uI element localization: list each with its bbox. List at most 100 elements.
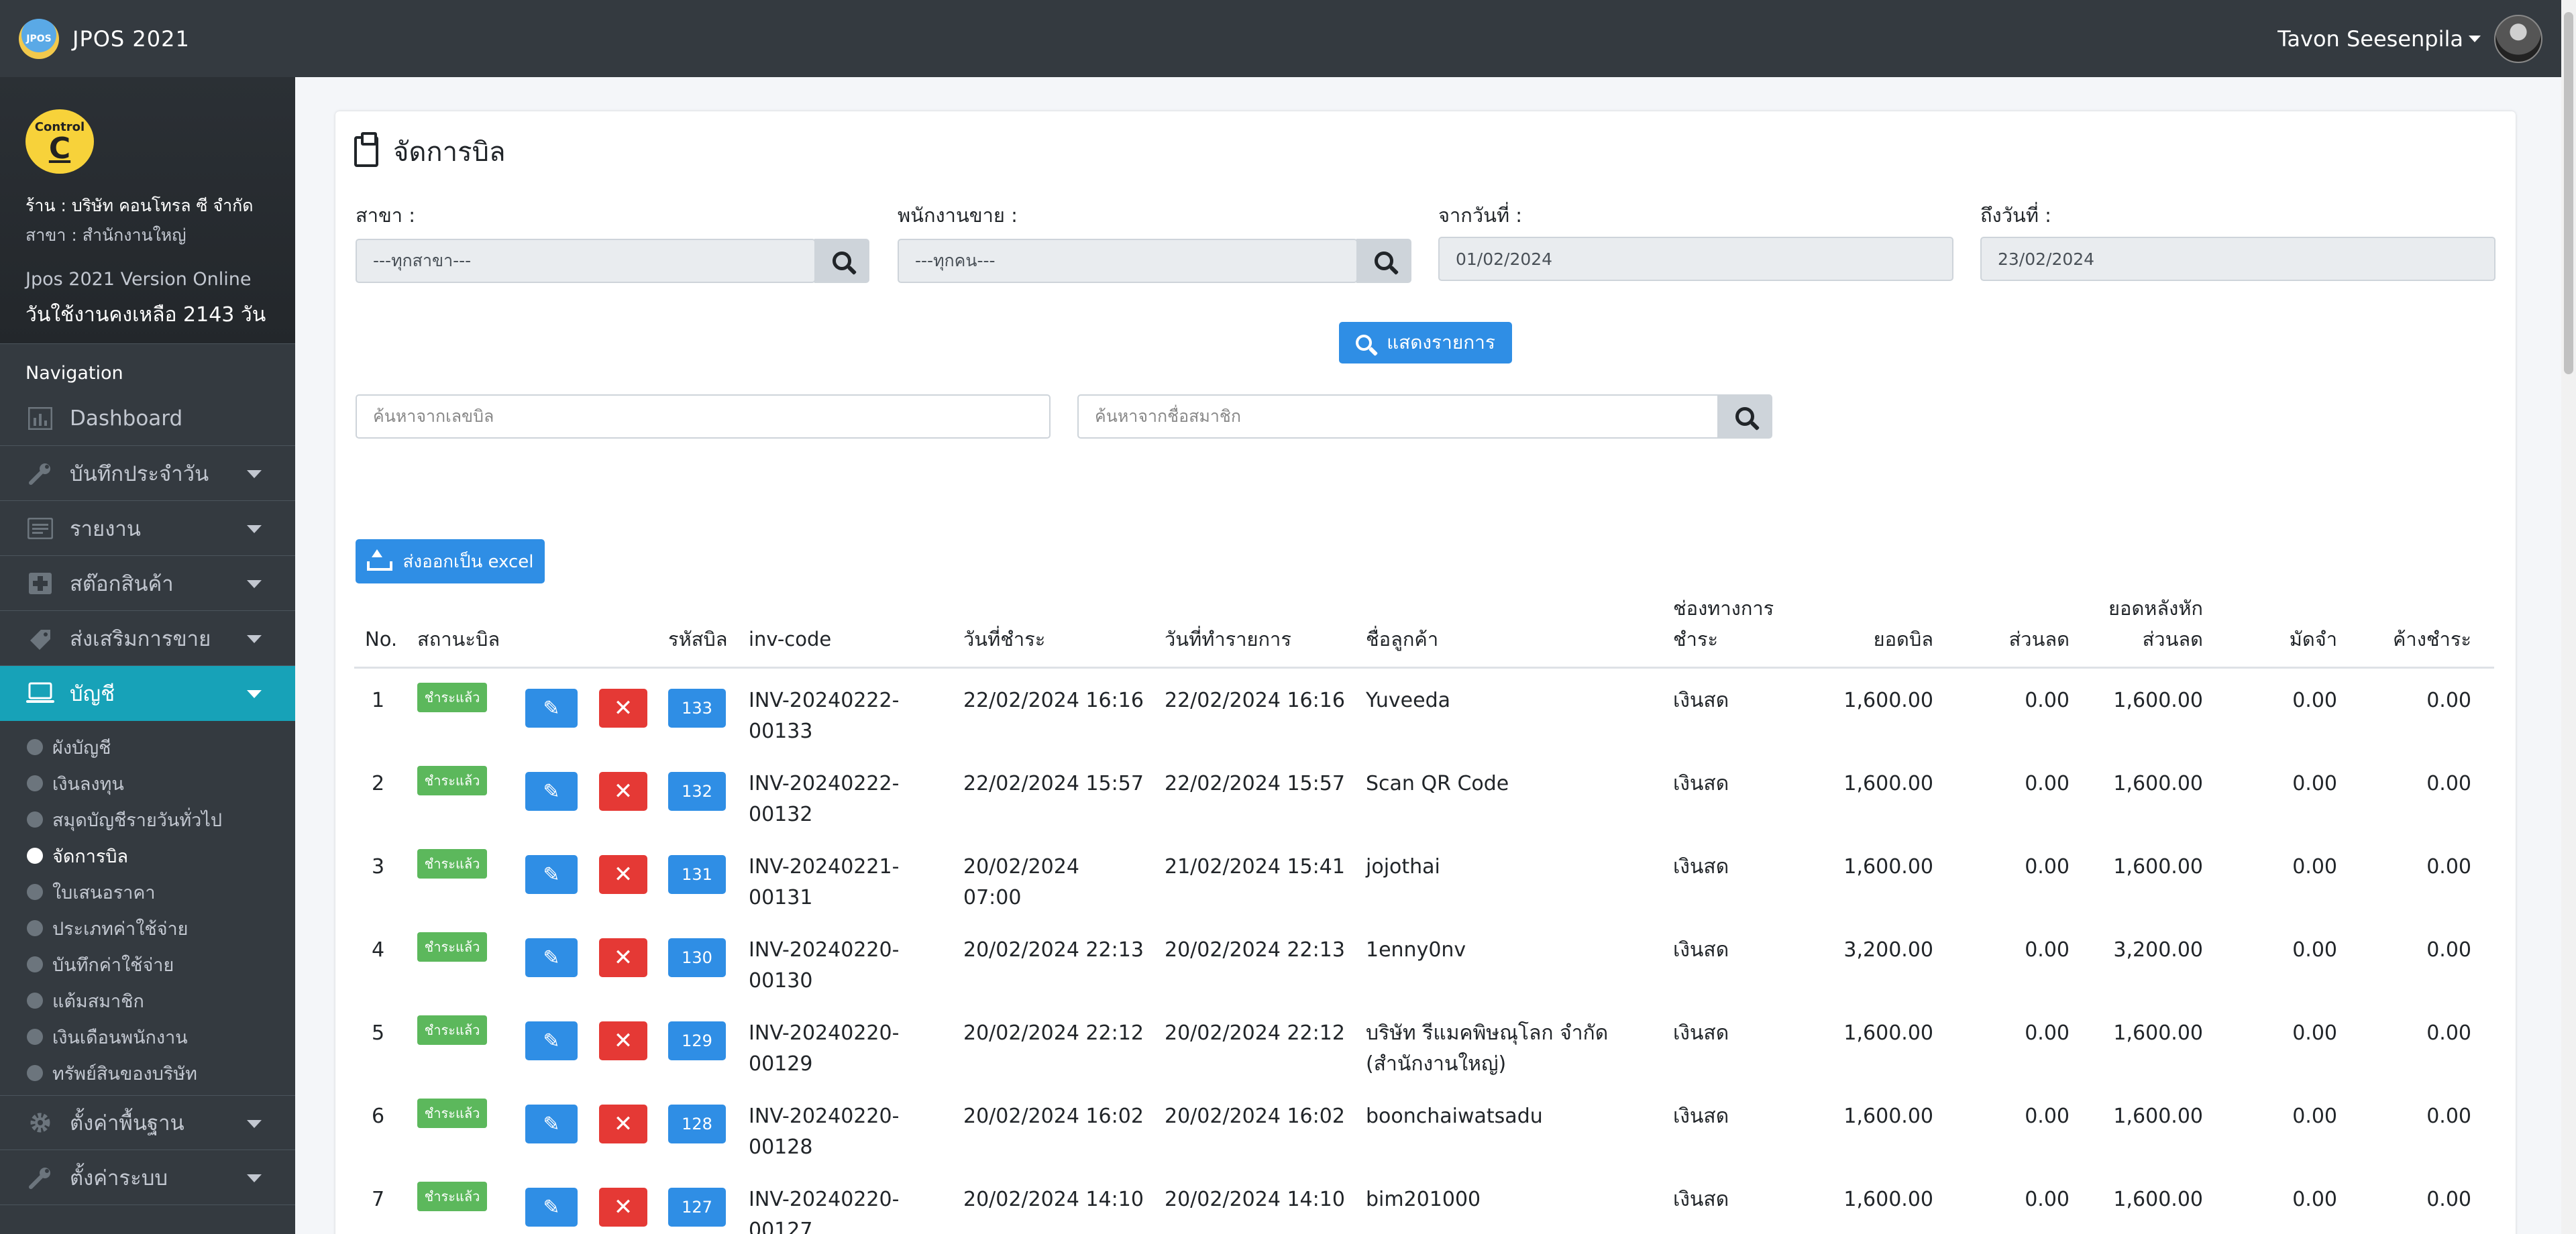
bill-total: 1,600.00 [1843,1105,1933,1128]
bill-code-button[interactable]: 131 [668,855,726,894]
sidebar-subitem-investment[interactable]: เงินลงทุน [0,765,295,801]
table-row: 4 ชำระแล้ว ✎ ✕ 130 INV-20240220- 00130 20/02/20… [335,924,2516,1007]
pencil-icon: ✎ [543,1195,560,1219]
search-icon [1375,251,1393,270]
scrollbar-thumb[interactable] [2564,12,2573,374]
bill-discount: 0.00 [2025,1188,2070,1211]
user-name[interactable]: Tavon Seesenpila [2277,26,2463,52]
sidebar-item-system-settings[interactable]: ตั้งค่าระบบ [0,1150,295,1205]
circle-icon [27,1029,43,1045]
edit-button[interactable]: ✎ [525,1105,578,1143]
chevron-down-icon[interactable] [2469,35,2481,42]
bill-code-button[interactable]: 132 [668,772,726,811]
tag-icon [25,626,55,651]
from-date-input[interactable]: 01/02/2024 [1438,237,1953,281]
bill-net: 3,200.00 [2113,938,2203,962]
bill-code-button[interactable]: 127 [668,1188,726,1227]
close-icon: ✕ [613,861,633,888]
member-search-button[interactable] [1717,394,1772,439]
delete-button[interactable]: ✕ [599,772,647,811]
staff-search-button[interactable] [1356,239,1411,283]
search-member-input[interactable]: ค้นหาจากชื่อสมาชิก [1077,394,1721,439]
edit-button[interactable]: ✎ [525,1021,578,1060]
bill-deposit: 0.00 [2292,689,2337,712]
edit-button[interactable]: ✎ [525,689,578,728]
circle-icon [27,993,43,1009]
table-row: 3 ชำระแล้ว ✎ ✕ 131 INV-20240221- 00131 20/02/20… [335,841,2516,924]
app-title[interactable]: JPOS 2021 [72,26,190,52]
edit-button[interactable]: ✎ [525,938,578,977]
sidebar-item-stock[interactable]: สต๊อกสินค้า [0,556,295,611]
sidebar-subitem-salary[interactable]: เงินเดือนพนักงาน [0,1019,295,1055]
brand-logo[interactable]: JPOS [19,18,59,59]
edit-button[interactable]: ✎ [525,772,578,811]
paid-date: 22/02/2024 15:57 [963,772,1144,795]
sidebar-subitem-member-points[interactable]: แต้มสมาชิก [0,983,295,1019]
trans-date: 20/02/2024 22:13 [1165,938,1345,962]
bill-outstanding: 0.00 [2426,689,2471,712]
row-no: 1 [372,689,385,712]
sidebar-item-report[interactable]: รายงาน [0,501,295,556]
export-excel-button[interactable]: ส่งออกเป็น excel [356,539,545,583]
row-no: 7 [372,1188,385,1211]
sidebar-item-dashboard[interactable]: Dashboard [0,391,295,446]
delete-button[interactable]: ✕ [599,689,647,728]
scrollbar[interactable] [2561,0,2576,1234]
search-icon [833,251,851,270]
bill-code-button[interactable]: 133 [668,689,726,728]
delete-button[interactable]: ✕ [599,1105,647,1143]
delete-button[interactable]: ✕ [599,938,647,977]
staff-select[interactable]: ---ทุกคน--- [898,239,1358,283]
customer-name: bim201000 [1366,1188,1481,1211]
trans-date: 20/02/2024 16:02 [1165,1105,1345,1128]
col-header-customer: ชื่อลูกค้า [1366,628,1439,651]
bill-outstanding: 0.00 [2426,1105,2471,1128]
chevron-down-icon [247,1174,262,1182]
row-no: 5 [372,1021,385,1045]
nav-header: Navigation [25,363,123,384]
search-bill-input[interactable]: ค้นหาจากเลขบิล [356,394,1051,439]
paid-date: 20/02/2024 22:12 [963,1021,1144,1045]
user-menu[interactable]: Tavon Seesenpila [2277,0,2542,77]
col-header-net: ยอดหลังหัก ส่วนลด [2108,597,2203,651]
list-icon [25,516,55,541]
pencil-icon: ✎ [543,779,560,803]
bill-total: 1,600.00 [1843,1188,1933,1211]
trans-date: 22/02/2024 15:57 [1165,772,1345,795]
wrench-icon [25,1166,55,1190]
sidebar-subitem-expense-type[interactable]: ประเภทค่าใช้จ่าย [0,910,295,946]
inv-code: INV-20240220- 00130 [749,938,900,993]
row-no: 4 [372,938,385,962]
to-date-input[interactable]: 23/02/2024 [1980,237,2496,281]
customer-name: บริษัท รีแมคพิษณุโลก จำกัด (สำนักงานใหญ่) [1366,1021,1609,1076]
trans-date: 21/02/2024 15:41 [1165,855,1345,879]
wrench-icon [25,461,55,486]
sidebar-subitem-chart-of-accounts[interactable]: ผังบัญชี [0,729,295,765]
branch-search-button[interactable] [814,239,869,283]
sidebar-subitem-quotation[interactable]: ใบเสนอราคา [0,874,295,910]
payment-channel: เงินสด [1673,772,1729,795]
avatar[interactable] [2494,14,2542,63]
close-icon: ✕ [613,1194,633,1221]
sidebar-subitem-assets[interactable]: ทรัพย์สินของบริษัท [0,1055,295,1091]
sidebar-item-accounting[interactable]: บัญชี [0,666,295,721]
show-list-button[interactable]: แสดงรายการ [1339,322,1512,363]
sidebar-subitem-expense-record[interactable]: บันทึกค่าใช้จ่าย [0,946,295,983]
sidebar-item-daily-record[interactable]: บันทึกประจำวัน [0,446,295,501]
close-icon: ✕ [613,1111,633,1137]
bill-code-button[interactable]: 130 [668,938,726,977]
bill-code-button[interactable]: 129 [668,1021,726,1060]
delete-button[interactable]: ✕ [599,1021,647,1060]
sidebar-item-basic-settings[interactable]: ตั้งค่าพื้นฐาน [0,1095,295,1150]
edit-button[interactable]: ✎ [525,1188,578,1227]
delete-button[interactable]: ✕ [599,855,647,894]
branch-select[interactable]: ---ทุกสาขา--- [356,239,816,283]
edit-button[interactable]: ✎ [525,855,578,894]
delete-button[interactable]: ✕ [599,1188,647,1227]
status-badge: ชำระแล้ว [417,683,487,712]
bill-code-button[interactable]: 128 [668,1105,726,1143]
sidebar-subitem-journal[interactable]: สมุดบัญชีรายวันทั่วไป [0,801,295,838]
payment-channel: เงินสด [1673,1188,1729,1211]
sidebar-item-promotion[interactable]: ส่งเสริมการขาย [0,611,295,666]
sidebar-subitem-manage-bills[interactable]: จัดการบิล [0,838,295,874]
